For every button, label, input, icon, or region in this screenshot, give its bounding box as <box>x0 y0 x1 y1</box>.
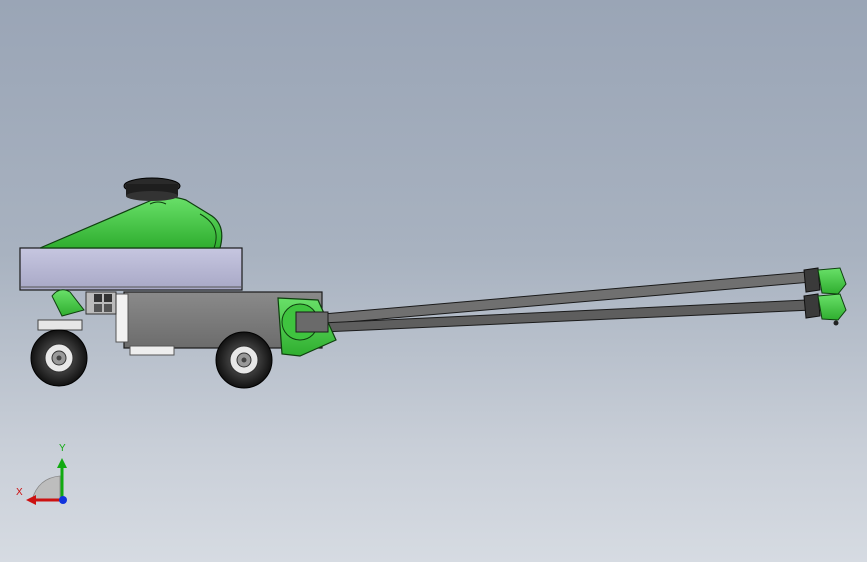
spray-tank[interactable] <box>39 177 223 249</box>
platform-deck[interactable] <box>19 247 243 291</box>
triad-plane-icon <box>31 475 61 501</box>
nozzle-upper[interactable] <box>803 267 847 295</box>
y-axis-label: Y <box>59 443 66 454</box>
x-axis-label: X <box>16 487 23 498</box>
sprayer-model[interactable] <box>0 0 867 562</box>
z-axis-dot <box>59 496 67 504</box>
rear-wheel[interactable] <box>215 331 273 389</box>
chassis-front-panel <box>115 293 129 343</box>
spray-boom-assembly[interactable] <box>299 267 847 334</box>
nozzle-lower[interactable] <box>803 293 847 326</box>
reference-triad <box>26 458 67 505</box>
chassis-bottom-plate <box>129 345 175 356</box>
front-wheel[interactable] <box>30 329 88 387</box>
pump-components[interactable] <box>37 289 117 331</box>
boom-mount[interactable] <box>277 297 337 357</box>
graphics-viewport[interactable]: Y X <box>0 0 867 562</box>
